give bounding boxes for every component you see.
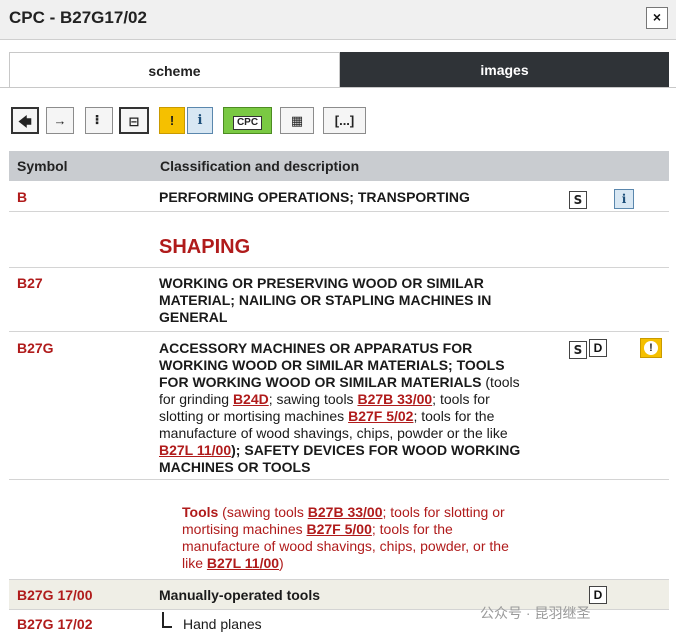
table-row-b27[interactable]: B27 WORKING OR PRESERVING WOOD OR SIMILA…: [9, 268, 669, 332]
arrow-left-icon: 🡄: [18, 114, 32, 129]
prev-arrow-button[interactable]: 🡄: [11, 107, 39, 134]
warning-icon[interactable]: !: [640, 338, 662, 358]
definition-icon[interactable]: D: [589, 339, 607, 357]
expand-tree-button[interactable]: ⊟: [119, 107, 149, 134]
warning-glyph: !: [644, 341, 658, 355]
reference-link[interactable]: B27B 33/00: [308, 504, 383, 520]
collapse-tree-button[interactable]: ⠇: [85, 107, 113, 134]
table-row-b27g[interactable]: B27G ACCESSORY MACHINES OR APPARATUS FOR…: [9, 332, 669, 480]
tab-divider: [0, 87, 676, 88]
row-description: WORKING OR PRESERVING WOOD OR SIMILAR MA…: [159, 275, 491, 326]
symbol-link[interactable]: B27G 17/02: [17, 616, 93, 632]
table-header: Symbol Classification and description: [9, 151, 669, 181]
arrow-right-icon: →: [53, 113, 67, 128]
description-line: MATERIAL; NAILING OR STAPLING MACHINES I…: [159, 292, 492, 308]
symbol-link[interactable]: B27G 17/00: [17, 587, 93, 603]
description-line: FOR WORKING WOOD OR SIMILAR MATERIALS: [159, 374, 482, 390]
note-text: ): [279, 555, 284, 571]
table-row-b[interactable]: B PERFORMING OPERATIONS; TRANSPORTING S …: [9, 181, 669, 212]
description-line: WORKING OR PRESERVING WOOD OR SIMILAR: [159, 275, 484, 291]
tree-expand-icon: ⊟: [128, 114, 140, 129]
window-titlebar: CPC - B27G17/02 ×: [0, 0, 676, 40]
symbol-link[interactable]: B27: [17, 275, 43, 291]
column-header-description: Classification and description: [160, 158, 360, 174]
warning-button[interactable]: !: [159, 107, 185, 134]
note-text: (sawing tools: [218, 504, 308, 520]
note-text: manufacture of wood shavings, chips, pow…: [182, 538, 509, 554]
description-line: WORKING WOOD OR SIMILAR MATERIALS; TOOLS: [159, 357, 505, 373]
row-description: ACCESSORY MACHINES OR APPARATUS FOR WORK…: [159, 340, 520, 476]
cpc-button[interactable]: CPC: [223, 107, 272, 134]
info-button[interactable]: i: [187, 107, 213, 134]
note-text: ; tools for the: [371, 521, 453, 537]
symbol-link[interactable]: B: [17, 189, 27, 205]
description-line: GENERAL: [159, 309, 228, 325]
description-text: (tools: [481, 374, 520, 390]
reference-link[interactable]: B27F 5/02: [348, 408, 413, 424]
grid-icon: ▦: [290, 113, 304, 128]
tree-dots-icon: ⠇: [93, 113, 105, 128]
description-text: ; sawing tools: [268, 391, 358, 407]
description-line: ACCESSORY MACHINES OR APPARATUS FOR: [159, 340, 473, 356]
more-button[interactable]: [...]: [323, 107, 366, 134]
next-arrow-button[interactable]: →: [46, 107, 74, 134]
close-button[interactable]: ×: [646, 7, 668, 29]
definition-icon[interactable]: D: [589, 586, 607, 604]
description-line: SAFETY DEVICES FOR WOOD WORKING: [244, 442, 521, 458]
watermark: 公众号 · 昆羽继圣: [480, 605, 591, 621]
statistics-icon[interactable]: S: [569, 341, 587, 359]
description-text: for grinding: [159, 391, 233, 407]
note-row: Tools (sawing tools B27B 33/00; tools fo…: [9, 480, 669, 580]
reference-link[interactable]: B27L 11/00: [159, 442, 231, 458]
description-text: manufacture of wood shavings, chips, pow…: [159, 425, 508, 441]
description-line: MACHINES OR TOOLS: [159, 459, 311, 475]
row-description: Hand planes: [183, 616, 262, 632]
section-heading-shaping: SHAPING: [159, 236, 251, 258]
statistics-icon[interactable]: S: [569, 191, 587, 209]
tab-scheme[interactable]: scheme: [9, 52, 340, 88]
row-description: PERFORMING OPERATIONS; TRANSPORTING: [159, 189, 470, 205]
info-icon[interactable]: i: [614, 189, 634, 209]
tree-branch-icon: [162, 612, 172, 628]
reference-link[interactable]: B27B 33/00: [357, 391, 432, 407]
description-text: ; tools for the: [413, 408, 495, 424]
warning-icon: !: [169, 113, 175, 128]
description-text: ; tools for: [432, 391, 490, 407]
cpc-icon: CPC: [232, 116, 263, 130]
description-text: );: [231, 442, 245, 458]
section-heading-row: SHAPING: [9, 212, 669, 268]
note-text: ; tools for slotting or: [382, 504, 505, 520]
note-text: like: [182, 555, 207, 571]
note-title: Tools: [182, 504, 219, 520]
ellipsis-bracket-icon: [...]: [334, 113, 355, 128]
tools-note: Tools (sawing tools B27B 33/00; tools fo…: [182, 504, 509, 572]
reference-link[interactable]: B27F 5/00: [307, 521, 372, 537]
note-text: mortising machines: [182, 521, 307, 537]
info-icon: i: [197, 113, 203, 128]
reference-link[interactable]: B24D: [233, 391, 269, 407]
reference-link[interactable]: B27L 11/00: [207, 555, 279, 571]
description-text: slotting or mortising machines: [159, 408, 349, 424]
column-header-symbol: Symbol: [17, 158, 68, 174]
table-view-button[interactable]: ▦: [280, 107, 314, 134]
symbol-link[interactable]: B27G: [17, 340, 54, 356]
window-title: CPC - B27G17/02: [9, 8, 147, 27]
row-description: Manually-operated tools: [159, 587, 321, 603]
tab-images[interactable]: images: [340, 52, 669, 88]
